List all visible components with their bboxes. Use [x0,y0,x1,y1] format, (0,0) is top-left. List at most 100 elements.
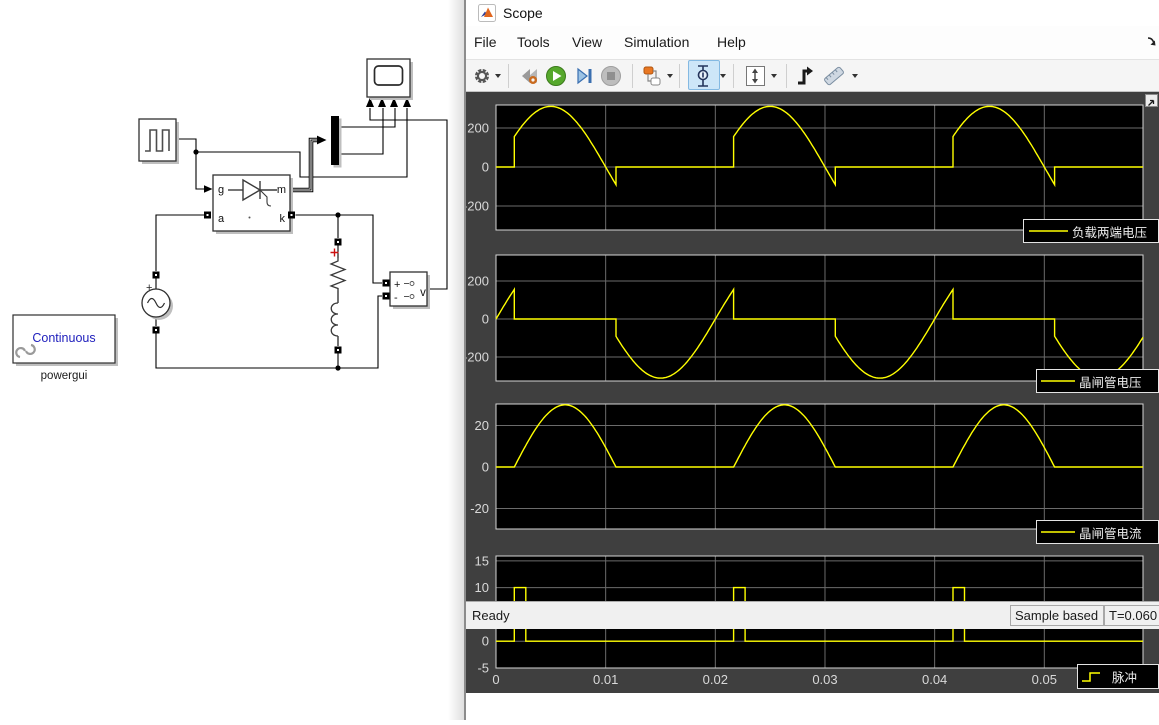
legend-thyristor-voltage[interactable]: 晶闸管电压 [1036,369,1159,393]
voltage-measurement-block[interactable]: + - v [390,272,430,309]
svg-text:0: 0 [482,460,489,475]
svg-text:0.01: 0.01 [593,672,618,687]
toolbar-separator [733,64,734,88]
svg-text:-5: -5 [477,661,489,676]
resistor-icon [331,258,345,291]
svg-text:0.02: 0.02 [703,672,728,687]
scope-screen-icon [375,66,403,85]
svg-text:0: 0 [482,160,489,175]
settings-caret-icon[interactable] [495,74,501,78]
legend-line-icon [1037,524,1079,540]
svg-text:0.04: 0.04 [922,672,947,687]
port-label-k: k [280,213,286,225]
menu-file[interactable]: File [470,26,501,59]
highlight-block-button[interactable] [1145,94,1158,107]
menu-view[interactable]: View [568,26,606,59]
configure-signals-icon [640,63,664,89]
legend-line-icon [1024,223,1072,239]
inductor-icon [331,303,338,336]
title-bar[interactable]: Scope [466,0,1159,26]
svg-text:0.05: 0.05 [1032,672,1057,687]
step-back-button[interactable] [518,63,540,89]
menu-bar: File Tools View Simulation Help [466,26,1159,59]
svg-text:15: 15 [475,553,489,568]
legend-line-icon [1037,373,1079,389]
corner-arrow-icon [1146,97,1157,108]
legend-label: 晶闸管电流 [1079,523,1142,542]
status-time-cell: T=0.060 [1104,605,1159,626]
legend-thyristor-current[interactable]: 晶闸管电流 [1036,520,1159,544]
svg-text:10: 10 [475,580,489,595]
legend-load-voltage[interactable]: 负载两端电压 [1023,219,1159,243]
svg-text:-200: -200 [466,199,489,214]
legend-label: 晶闸管电压 [1079,372,1142,391]
ac-voltage-source-block[interactable]: + [142,282,173,320]
port-label-g: g [218,184,224,196]
bus-wire[interactable] [290,140,317,190]
undock-arrow-icon[interactable] [1146,36,1158,48]
demux-input-arrow-icon [317,136,327,145]
svg-text:0: 0 [482,312,489,327]
signal-measurements-icon [821,63,847,89]
legend-step-icon [1078,668,1112,686]
measurement-plus-icon [331,249,339,257]
svg-text:200: 200 [467,121,489,136]
powergui-block[interactable]: Continuous powergui [13,315,118,382]
pulse-generator-block[interactable] [139,119,179,164]
desktop: { "theme":{ "plot_bg":"#000000","canvas_… [0,0,1159,720]
signal-wires[interactable] [156,108,447,368]
status-bar: Ready Sample based T=0.060 [466,601,1159,629]
menu-help[interactable]: Help [713,26,750,59]
configure-signals-caret-icon[interactable] [667,74,673,78]
stop-icon [600,63,622,89]
menu-simulation[interactable]: Simulation [620,26,693,59]
settings-gear-button[interactable] [472,63,492,89]
powergui-label: powergui [41,370,88,382]
voltmeter-v-label: v [420,287,426,299]
window-title: Scope [503,5,543,21]
legend-pulse[interactable]: 脉冲 [1077,664,1159,689]
cursor-measurements-icon [692,63,714,89]
stop-button[interactable] [600,63,622,89]
port-label-m: m [277,184,286,196]
svg-text:0: 0 [492,672,499,687]
svg-text:-200: -200 [466,350,489,365]
cursor-measurements-button[interactable] [692,63,714,89]
toolbar-separator [679,64,680,88]
port-label-a: a [218,213,225,225]
model-diagram: g m a k + + - v [0,0,466,720]
voltmeter-plus-label: + [394,279,400,291]
span-zoom-button[interactable] [743,63,767,89]
legend-label: 负载两端电压 [1072,222,1147,241]
svg-text:200: 200 [467,274,489,289]
matlab-scope-icon [478,4,496,22]
trigger-icon [794,63,816,89]
configure-signals-button[interactable] [640,63,664,89]
settings-gear-icon [472,63,492,89]
span-zoom-caret-icon[interactable] [771,74,777,78]
signal-measurements-button[interactable] [821,63,847,89]
trigger-button[interactable] [794,63,816,89]
signal-measurements-caret-icon[interactable] [852,74,858,78]
run-button[interactable] [545,63,567,89]
status-ready-text: Ready [472,608,510,623]
toolbar [466,59,1159,92]
gate-input-arrow-icon [204,185,213,193]
powergui-mode-text: Continuous [32,331,95,345]
scope-block[interactable] [367,59,413,100]
thyristor-block[interactable]: g m a k [213,175,293,234]
svg-text:0.03: 0.03 [812,672,837,687]
step-back-icon [518,63,540,89]
step-forward-button[interactable] [573,63,595,89]
cursor-measurements-caret-icon[interactable] [720,74,726,78]
voltmeter-minus-label: - [394,292,398,304]
svg-text:0: 0 [482,634,489,649]
menu-tools[interactable]: Tools [513,26,554,59]
demux-block[interactable] [331,116,342,168]
svg-text:-20: -20 [470,501,489,516]
simulink-model-canvas[interactable]: g m a k + + - v [0,0,466,720]
source-plus-label: + [146,282,152,294]
run-icon [545,63,567,89]
step-forward-icon [573,63,595,89]
toolbar-separator [632,64,633,88]
